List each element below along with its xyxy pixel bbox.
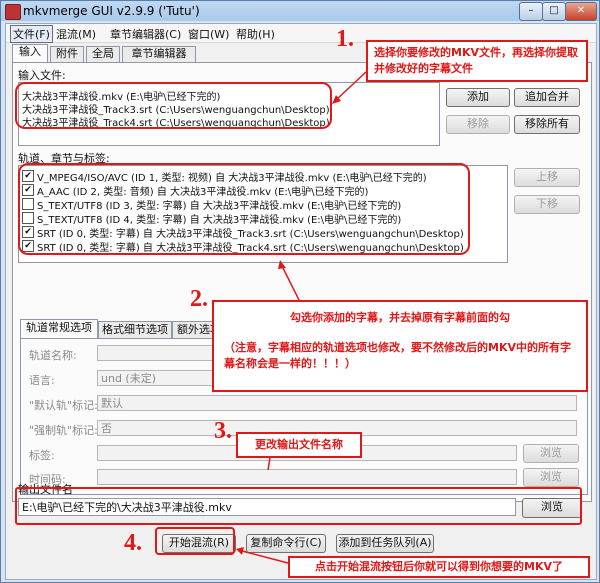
annotation-highlight-tracks	[18, 163, 470, 255]
annotation-callout-2-note: （注意，字幕相应的轨道选项也修改，要不然修改后的MKV中的所有字幕名称会是一样的…	[224, 341, 571, 370]
annotation-number-3: 3.	[214, 418, 232, 444]
annotation-number-4: 4.	[124, 530, 142, 556]
annotation-highlight-output	[15, 487, 582, 525]
arrow-head-4	[236, 547, 244, 555]
arrow-line-1	[335, 71, 367, 101]
annotation-number-2: 2.	[190, 286, 208, 312]
annotation-highlight-start	[155, 527, 235, 555]
arrow-line-3	[267, 457, 271, 471]
annotation-callout-2: 勾选你添加的字幕，并去掉原有字幕前面的勾 （注意，字幕相应的轨道选项也修改，要不…	[212, 300, 588, 392]
arrow-head-2	[278, 260, 286, 269]
annotation-callout-3: 更改输出文件名称	[236, 432, 362, 458]
annotation-callout-4: 点击开始混流按钮后你就可以得到你想要的MKV了	[288, 556, 590, 578]
arrow-line-4	[241, 550, 289, 564]
arrow-line-2	[281, 265, 301, 303]
annotation-callout-2-main: 勾选你添加的字幕，并去掉原有字幕前面的勾	[290, 311, 510, 324]
